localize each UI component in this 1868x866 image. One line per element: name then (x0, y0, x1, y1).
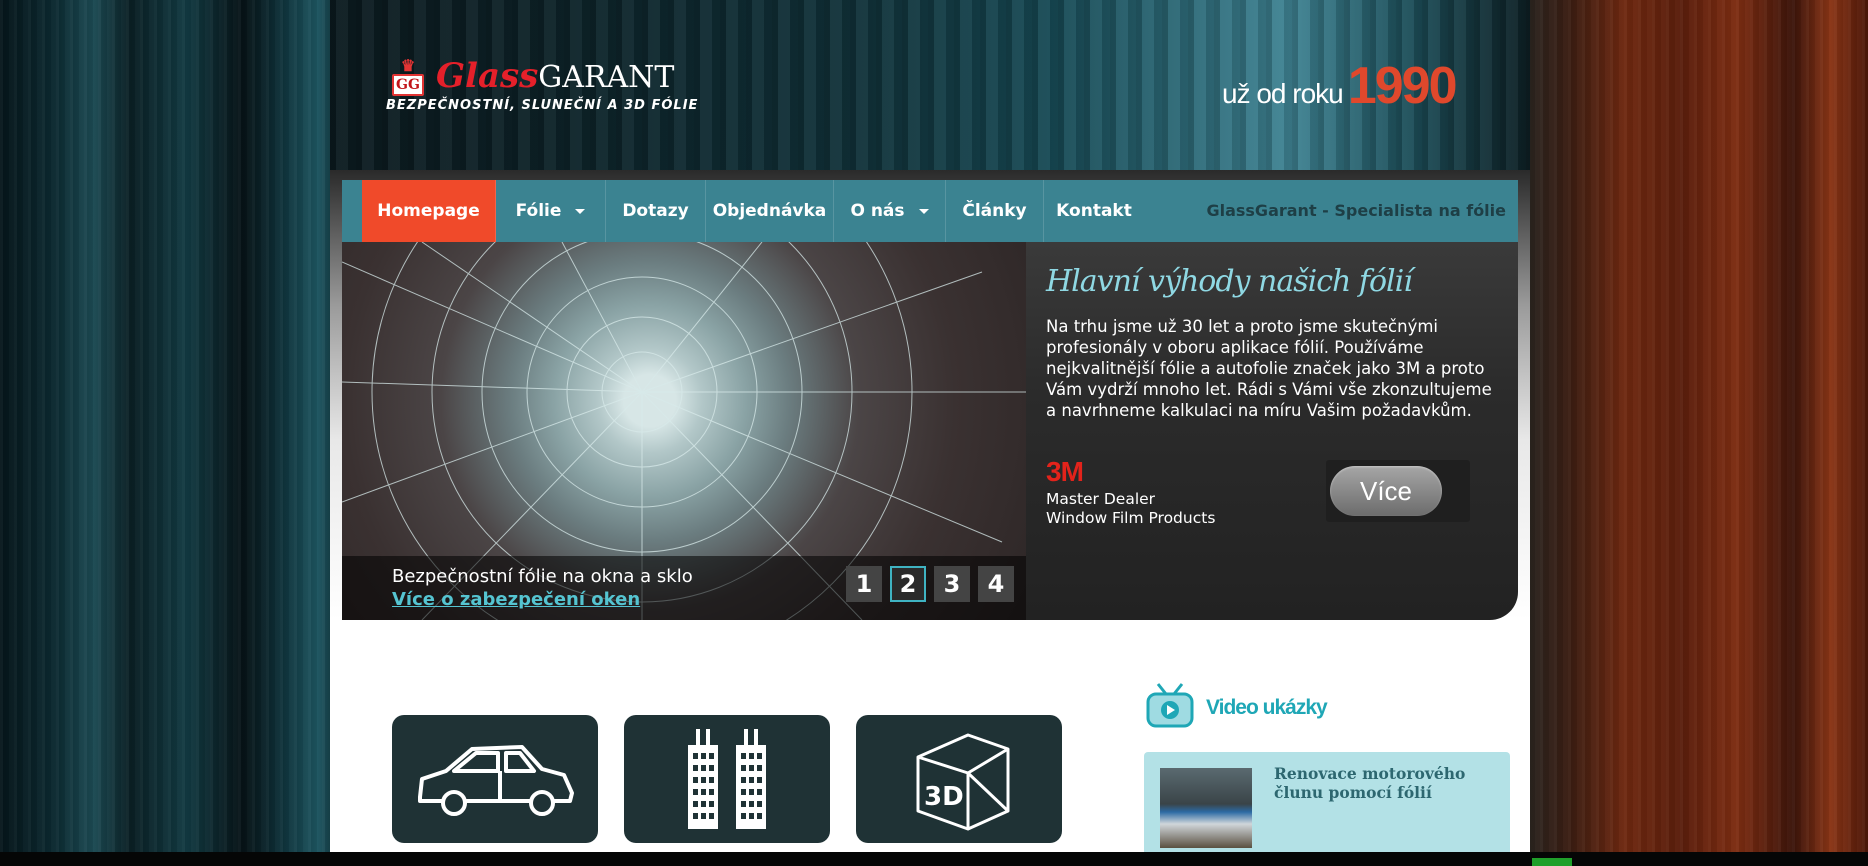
slide-caption: Bezpečnostní fólie na okna a sklo Více o… (342, 556, 1026, 620)
main-navigation: Homepage Fólie Dotazy Objednávka O nás Č… (342, 180, 1518, 242)
nav-item-clanky[interactable]: Články (946, 180, 1044, 242)
nav-item-o-nas[interactable]: O nás (834, 180, 946, 242)
slide-link[interactable]: Více o zabezpečení oken (392, 589, 640, 610)
since-year-badge: už od roku 1990 (1222, 56, 1458, 116)
chevron-down-icon (918, 208, 929, 214)
logo-word-garant: Garant (538, 60, 675, 95)
logo-tagline: BEZPEČNOSTNÍ, SLUNEČNÍ A 3D FÓLIE (386, 98, 699, 113)
car-icon (418, 745, 574, 816)
slider-page-2[interactable]: 2 (890, 566, 926, 602)
benefits-text: Na trhu jsme už 30 let a proto jsme skut… (1046, 317, 1492, 420)
nav-slogan: GlassGarant - Specialista na fólie (1206, 201, 1506, 220)
slider-page-3[interactable]: 3 (934, 566, 970, 602)
since-prefix: už od roku (1222, 78, 1344, 109)
nav-item-kontakt[interactable]: Kontakt (1044, 180, 1144, 242)
nav-item-objednavka[interactable]: Objednávka (706, 180, 834, 242)
tv-icon (1146, 683, 1194, 728)
benefits-title: Hlavní výhody našich fólií (1046, 264, 1413, 299)
chevron-down-icon (575, 208, 586, 214)
slider-pager: 1234 (838, 566, 1014, 602)
video-title[interactable]: Renovace motorového člunu pomocí fólií (1274, 764, 1494, 802)
tile-3d[interactable]: 3D (856, 715, 1062, 843)
site-logo[interactable]: ♛ GG GlassGarant BEZPEČNOSTNÍ, SLUNEČNÍ … (386, 54, 726, 120)
status-indicator (1532, 858, 1572, 866)
video-thumbnail[interactable] (1160, 768, 1252, 848)
slider-page-4[interactable]: 4 (978, 566, 1014, 602)
3m-dealer-text: Master Dealer Window Film Products (1046, 490, 1216, 527)
since-year: 1990 (1347, 57, 1458, 115)
logo-wordmark: GlassGarant (436, 58, 674, 96)
more-button[interactable]: Více (1330, 466, 1442, 516)
nav-item-dotazy[interactable]: Dotazy (606, 180, 706, 242)
3m-logo: 3M (1046, 456, 1084, 487)
tile-buildings[interactable] (624, 715, 830, 843)
slider-page-1[interactable]: 1 (846, 566, 882, 602)
tile-car[interactable] (392, 715, 598, 843)
slide-title: Bezpečnostní fólie na okna a sklo (392, 566, 693, 587)
buildings-icon (688, 729, 766, 829)
nav-item-folie[interactable]: Fólie (496, 180, 606, 242)
hero-slider[interactable]: Bezpečnostní fólie na okna a sklo Více o… (342, 242, 1026, 620)
video-section-heading: Video ukázky (1144, 680, 1344, 730)
more-button-frame: Více (1326, 460, 1470, 522)
3d-label: 3D (924, 782, 964, 812)
logo-word-glass: Glass (436, 56, 539, 96)
3d-box-icon: 3D (916, 733, 1010, 831)
nav-item-homepage[interactable]: Homepage (362, 180, 496, 242)
benefits-panel: Hlavní výhody našich fólií Na trhu jsme … (1026, 242, 1518, 620)
bottom-edge (0, 852, 1868, 866)
video-heading-text: Video ukázky (1206, 696, 1328, 719)
video-card[interactable]: Renovace motorového člunu pomocí fólií (1144, 752, 1510, 856)
